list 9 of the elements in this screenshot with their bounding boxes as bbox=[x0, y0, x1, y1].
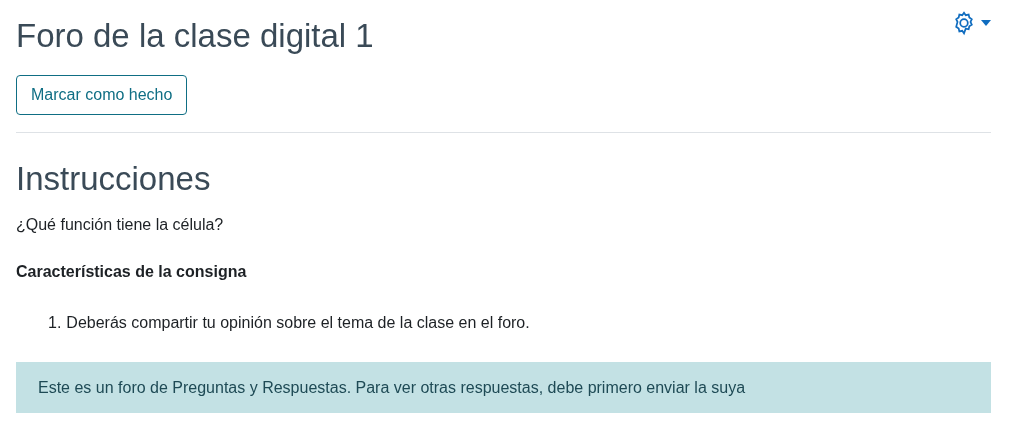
info-notice: Este es un foro de Preguntas y Respuestas. Para ver otras respuestas, debe primero enviar la suya bbox=[16, 362, 991, 413]
list-item-text: Deberás compartir tu opinión sobre el tema de la clase en el foro. bbox=[66, 313, 530, 333]
mark-done-button[interactable]: Marcar como hecho bbox=[16, 75, 188, 115]
subheading: Características de la consigna bbox=[16, 262, 248, 282]
list-number: 1. bbox=[48, 313, 62, 333]
section-heading: Instrucciones bbox=[16, 159, 212, 199]
caret-icon bbox=[981, 20, 991, 26]
page-title: Foro de la clase digital 1 bbox=[16, 16, 374, 56]
question-text: ¿Qué función tiene la célula? bbox=[16, 215, 225, 235]
